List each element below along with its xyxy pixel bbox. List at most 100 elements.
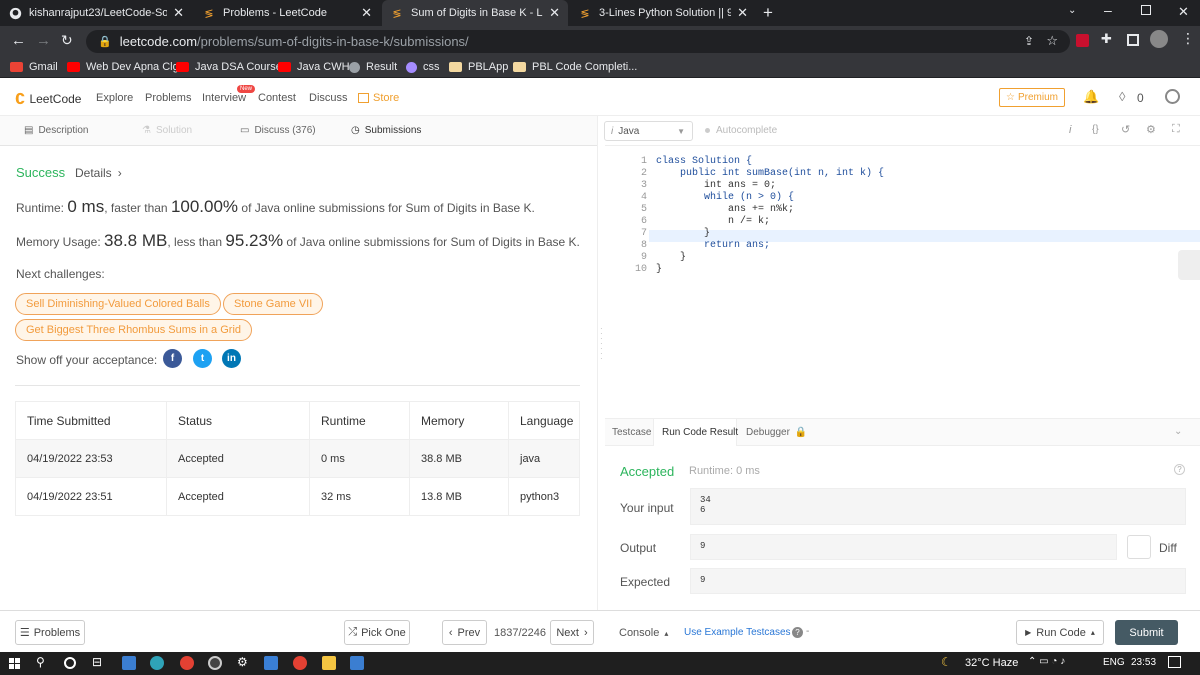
restore-button[interactable] — [1141, 5, 1151, 15]
reset-icon[interactable]: ↺ — [1121, 123, 1130, 136]
cortana-icon[interactable] — [64, 657, 76, 669]
app-icon[interactable] — [208, 656, 222, 670]
diff-toggle[interactable] — [1127, 535, 1151, 559]
challenge-chip[interactable]: Sell Diminishing-Valued Colored Balls — [15, 293, 221, 315]
browser-tab-problems[interactable]: ≶ Problems - LeetCode ✕ — [194, 0, 380, 26]
prev-button[interactable]: ‹ Prev — [442, 620, 487, 645]
edge-icon[interactable] — [150, 656, 164, 670]
fullscreen-icon[interactable]: ⛶ — [1172, 123, 1180, 136]
bell-icon[interactable]: 🔔 — [1083, 89, 1099, 105]
browser-tab-github[interactable]: kishanrajput23/LeetCode-Solutio ✕ — [0, 0, 192, 26]
premium-button[interactable]: ☆ Premium — [999, 88, 1065, 107]
chrome-icon[interactable] — [293, 656, 307, 670]
table-row[interactable]: 04/19/2022 23:53 Accepted 0 ms 38.8 MB j… — [15, 439, 580, 478]
nav-explore[interactable]: Explore — [96, 92, 133, 104]
tab-testcase[interactable]: Testcase — [612, 427, 651, 438]
nav-contest[interactable]: Contest — [258, 92, 296, 104]
bookmark-result[interactable]: Result — [349, 59, 397, 75]
reload-icon[interactable]: ↻ — [61, 32, 73, 49]
settings-icon[interactable]: ⚙ — [237, 655, 248, 669]
tab-discuss[interactable]: ▭ Discuss (376) — [240, 125, 316, 136]
coin-icon[interactable]: ◊ — [1119, 89, 1125, 104]
search-icon[interactable]: ⚲ — [36, 655, 45, 669]
avatar[interactable] — [1165, 89, 1180, 104]
nav-interview[interactable]: Interview — [202, 92, 246, 104]
bookmark-web-dev[interactable]: Web Dev Apna Clg — [67, 59, 179, 75]
run-code-button[interactable]: ▶ Run Code ▴ — [1016, 620, 1104, 645]
use-example-testcases-link[interactable]: Use Example Testcases — [684, 627, 791, 638]
bookmark-pblapp[interactable]: PBLApp — [449, 59, 508, 75]
close-icon[interactable]: ✕ — [173, 5, 184, 21]
bookmark-css[interactable]: css — [406, 59, 440, 75]
bookmark-pbl-code[interactable]: PBL Code Completi... — [513, 59, 637, 75]
bookmark-java-cwh[interactable]: Java CWH — [278, 59, 350, 75]
column-header[interactable]: Time Submitted — [15, 401, 167, 440]
mail-icon[interactable] — [122, 656, 136, 670]
tab-debugger[interactable]: Debugger 🔒 — [746, 427, 807, 438]
nav-store[interactable]: Store — [358, 92, 399, 104]
windows-start-icon[interactable] — [9, 658, 20, 669]
new-tab-button[interactable]: + — [763, 3, 773, 23]
browser-tab-sum-of-digits[interactable]: ≶ Sum of Digits in Base K - LeetCo ✕ — [382, 0, 568, 26]
close-icon[interactable]: ✕ — [737, 5, 748, 21]
star-icon[interactable]: ☆ — [1046, 33, 1058, 49]
app-icon[interactable] — [350, 656, 364, 670]
vscode-icon[interactable] — [264, 656, 278, 670]
details-link[interactable]: Details › — [75, 166, 122, 180]
system-tray-icons[interactable]: ⌃ ▭ ◔ ♪ — [1028, 656, 1065, 667]
tab-solution[interactable]: ⚗ Solution — [142, 125, 192, 136]
folder-icon[interactable] — [322, 656, 336, 670]
leetcode-logo[interactable]: ∁ LeetCode — [15, 90, 81, 108]
language-indicator[interactable]: ENG — [1103, 657, 1125, 668]
tab-run-code-result[interactable]: Run Code Result — [662, 427, 738, 438]
submit-button[interactable]: Submit — [1115, 620, 1178, 645]
avatar[interactable] — [1150, 30, 1168, 48]
browser-tab-python-solution[interactable]: ≶ 3-Lines Python Solution || 95% F ✕ — [570, 0, 756, 26]
braces-icon[interactable]: {} — [1092, 124, 1099, 135]
status-link[interactable]: Accepted — [166, 477, 310, 516]
pane-resize-handle[interactable]: · · · · · · · — [597, 116, 605, 610]
pocket-extension-icon[interactable] — [1076, 34, 1089, 47]
linkedin-icon[interactable]: in — [222, 349, 241, 368]
console-toggle[interactable]: Console ▴ — [619, 627, 668, 639]
column-header[interactable]: Memory — [409, 401, 509, 440]
autocomplete-toggle[interactable]: Autocomplete — [705, 125, 777, 136]
close-icon[interactable]: ✕ — [549, 5, 560, 21]
minimize-button[interactable]: – — [1104, 2, 1112, 18]
back-arrow-icon[interactable]: ← — [11, 32, 26, 49]
menu-icon[interactable]: ⋮ — [1181, 30, 1195, 47]
weather-text[interactable]: 32°C Haze — [965, 657, 1018, 669]
twitter-icon[interactable]: t — [193, 349, 212, 368]
info-icon[interactable]: i — [1069, 124, 1071, 136]
column-header[interactable]: Runtime — [309, 401, 410, 440]
clock[interactable]: 23:53 — [1131, 657, 1156, 668]
task-view-icon[interactable]: ⊟ — [92, 655, 102, 669]
forward-arrow-icon[interactable]: → — [36, 32, 51, 49]
facebook-icon[interactable]: f — [163, 349, 182, 368]
sidepanel-icon[interactable] — [1127, 34, 1139, 46]
side-panel-toggle[interactable] — [1178, 250, 1200, 280]
tab-description[interactable]: ▤ Description — [24, 125, 88, 136]
pick-one-button[interactable]: ⤮ Pick One — [344, 620, 410, 645]
help-icon[interactable]: ? — [1174, 464, 1185, 475]
next-button[interactable]: Next › — [550, 620, 594, 645]
chevron-down-icon[interactable]: ⌄ — [1174, 426, 1182, 437]
extensions-icon[interactable]: ✚ — [1101, 31, 1112, 47]
tab-submissions[interactable]: ◷ Submissions — [351, 125, 421, 136]
nav-problems[interactable]: Problems — [145, 92, 191, 104]
bookmark-gmail[interactable]: Gmail — [10, 59, 58, 75]
notification-icon[interactable] — [1168, 656, 1181, 668]
language-select[interactable]: i Java ▼ — [604, 121, 693, 141]
code-editor[interactable]: 1 2 3 4 5 6 7 8 9 10 class Solution { pu… — [605, 146, 1200, 416]
nav-discuss[interactable]: Discuss — [309, 92, 348, 104]
column-header[interactable]: Status — [166, 401, 310, 440]
chevron-down-icon[interactable]: ⌄ — [1068, 5, 1076, 16]
problems-button[interactable]: ☰ Problems — [15, 620, 85, 645]
bookmark-java-dsa[interactable]: Java DSA Course — [176, 59, 282, 75]
table-row[interactable]: 04/19/2022 23:51 Accepted 32 ms 13.8 MB … — [15, 477, 580, 516]
challenge-chip[interactable]: Stone Game VII — [223, 293, 324, 315]
close-icon[interactable]: ✕ — [361, 5, 372, 21]
challenge-chip[interactable]: Get Biggest Three Rhombus Sums in a Grid — [15, 319, 253, 341]
share-icon[interactable]: ⇪ — [1024, 34, 1034, 48]
column-header[interactable]: Language — [508, 401, 580, 440]
